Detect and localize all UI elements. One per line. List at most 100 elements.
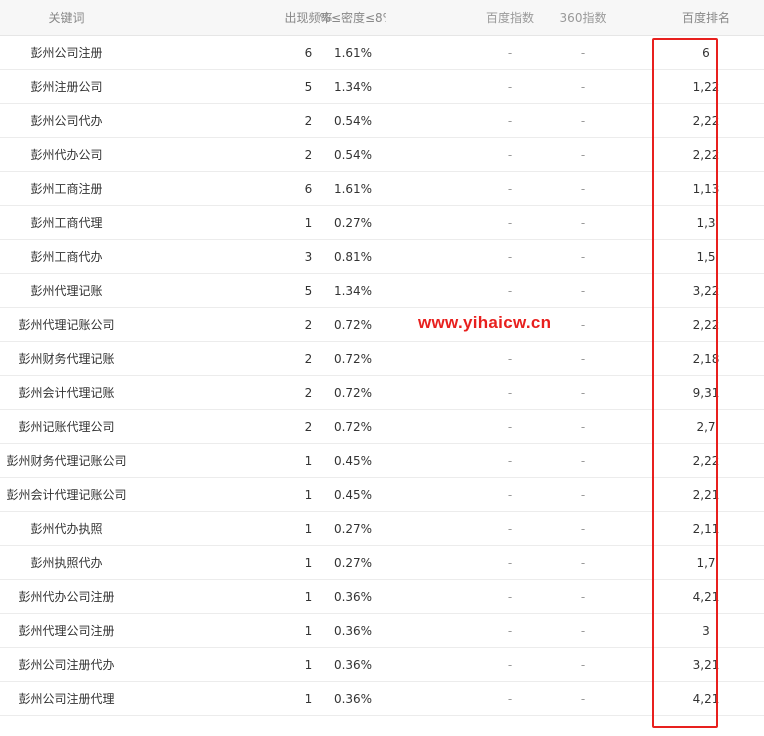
keyword-cell: 彭州执照代办 [30,556,103,570]
table-row: 彭州代办公司注册 1 0.36% - -4,21 [0,580,764,614]
density-cell: 1.34% [333,283,373,298]
360-index-cell: - [580,589,586,604]
360-index-cell: - [580,385,586,400]
keyword-cell: 彭州记账代理公司 [18,420,115,434]
baidu-rank-cell: 3,21 [692,657,720,672]
360-index-cell: - [580,419,586,434]
keyword-cell: 彭州注册公司 [30,80,103,94]
keyword-cell: 彭州工商代理 [30,216,103,230]
keyword-cell: 彭州公司注册代办 [18,658,115,672]
table-row: 彭州工商代理 1 0.27% - -1,3 [0,206,764,240]
table-row: 彭州财务代理记账 2 0.72% - -2,18 [0,342,764,376]
table-row: 彭州代办公司 2 0.54% - -2,22 [0,138,764,172]
baidu-rank-cell: 4,21 [692,589,720,604]
keyword-cell: 彭州会计代理记账 [18,386,115,400]
density-cell: 0.27% [333,215,373,230]
keyword-cell: 彭州财务代理记账公司 [6,454,127,468]
baidu-rank-cell: 2,21 [692,487,720,502]
360-index-cell: - [580,521,586,536]
header-360-index[interactable]: 360指数 [548,0,618,35]
keyword-cell: 彭州工商注册 [30,182,103,196]
table-row: 彭州公司注册代理 1 0.36% - -4,21 [0,682,764,716]
keyword-cell: 彭州代办公司注册 [18,590,115,604]
density-cell: 0.72% [333,317,373,332]
baidu-rank-cell: 1,5 [696,249,716,264]
watermark: www.yihaicw.cn [418,313,552,332]
baidu-rank-cell: 1,7 [696,555,716,570]
table-header-row: 关键词 出现频率 2%≤密度≤8% 百度指数 360指数 百度排名 [0,0,764,36]
baidu-rank-cell: 2,22 [692,147,720,162]
table-row: 彭州公司代办 2 0.54% - -2,22 [0,104,764,138]
360-index-cell: - [580,147,586,162]
360-index-cell: - [580,249,586,264]
keyword-cell: 彭州财务代理记账 [18,352,115,366]
table-row: 彭州公司注册 6 1.61% - -6 [0,36,764,70]
density-cell: 1.61% [333,181,373,196]
density-cell: 0.36% [333,623,373,638]
table-row: 彭州工商注册 6 1.61% - -1,13 [0,172,764,206]
baidu-rank-cell: 2,22 [692,453,720,468]
360-index-cell: - [580,181,586,196]
density-cell: 0.72% [333,351,373,366]
keyword-cell: 彭州公司代办 [30,114,103,128]
keyword-cell: 彭州代办公司 [30,148,103,162]
keyword-cell: 彭州会计代理记账公司 [6,488,127,502]
table-row: 彭州财务代理记账公司 1 0.45% - -2,22 [0,444,764,478]
360-index-cell: - [580,453,586,468]
density-cell: 0.36% [333,691,373,706]
baidu-rank-cell: 2,7 [696,419,716,434]
keyword-cell: 彭州公司注册 [30,46,103,60]
baidu-rank-cell: 9,31 [692,385,720,400]
baidu-rank-cell: 2,22 [692,317,720,332]
density-cell: 0.72% [333,385,373,400]
360-index-cell: - [580,623,586,638]
keyword-density-table: 关键词 出现频率 2%≤密度≤8% 百度指数 360指数 百度排名 彭州公司注册… [0,0,764,716]
360-index-cell: - [580,283,586,298]
360-index-cell: - [580,317,586,332]
360-index-cell: - [580,555,586,570]
baidu-rank-cell: 2,18 [692,351,720,366]
keyword-cell: 彭州公司注册代理 [18,692,115,706]
baidu-rank-cell: 1,13 [692,181,720,196]
table-row: 彭州记账代理公司 2 0.72% - -2,7 [0,410,764,444]
table-row: 彭州会计代理记账公司 1 0.45% - -2,21 [0,478,764,512]
table-row: 彭州代理公司注册 1 0.36% - -3 [0,614,764,648]
density-cell: 1.61% [333,45,373,60]
table-row: 彭州代理记账公司 2 0.72% - -2,22 [0,308,764,342]
keyword-cell: 彭州工商代办 [30,250,103,264]
density-cell: 0.36% [333,589,373,604]
baidu-rank-cell: 3 [702,623,710,638]
density-cell: 0.72% [333,419,373,434]
table-row: 彭州注册公司 5 1.34% - -1,22 [0,70,764,104]
header-density[interactable]: 2%≤密度≤8% [320,0,386,35]
table-row: 彭州代办执照 1 0.27% - -2,11 [0,512,764,546]
density-cell: 0.45% [333,453,373,468]
baidu-rank-cell: 1,22 [692,79,720,94]
360-index-cell: - [580,351,586,366]
baidu-rank-cell: 2,22 [692,113,720,128]
360-index-cell: - [580,215,586,230]
header-baidu-rank[interactable]: 百度排名 [644,0,764,35]
table-row: 彭州会计代理记账 2 0.72% - -9,31 [0,376,764,410]
keyword-cell: 彭州代理记账公司 [18,318,115,332]
density-cell: 0.45% [333,487,373,502]
density-cell: 0.27% [333,521,373,536]
baidu-rank-cell: 3,22 [692,283,720,298]
baidu-rank-cell: 2,11 [692,521,720,536]
keyword-cell: 彭州代理记账 [30,284,103,298]
baidu-rank-cell: 1,3 [696,215,716,230]
360-index-cell: - [580,79,586,94]
density-cell: 1.34% [333,79,373,94]
density-cell: 0.81% [333,249,373,264]
table-row: 彭州工商代办 3 0.81% - -1,5 [0,240,764,274]
table-row: 彭州公司注册代办 1 0.36% - -3,21 [0,648,764,682]
density-cell: 0.27% [333,555,373,570]
keyword-cell: 彭州代理公司注册 [18,624,115,638]
keyword-cell: 彭州代办执照 [30,522,103,536]
table-row: 彭州执照代办 1 0.27% - -1,7 [0,546,764,580]
360-index-cell: - [580,113,586,128]
density-cell: 0.36% [333,657,373,672]
baidu-rank-cell: 4,21 [692,691,720,706]
baidu-rank-cell: 6 [702,45,710,60]
header-keyword[interactable]: 关键词 [0,0,133,35]
